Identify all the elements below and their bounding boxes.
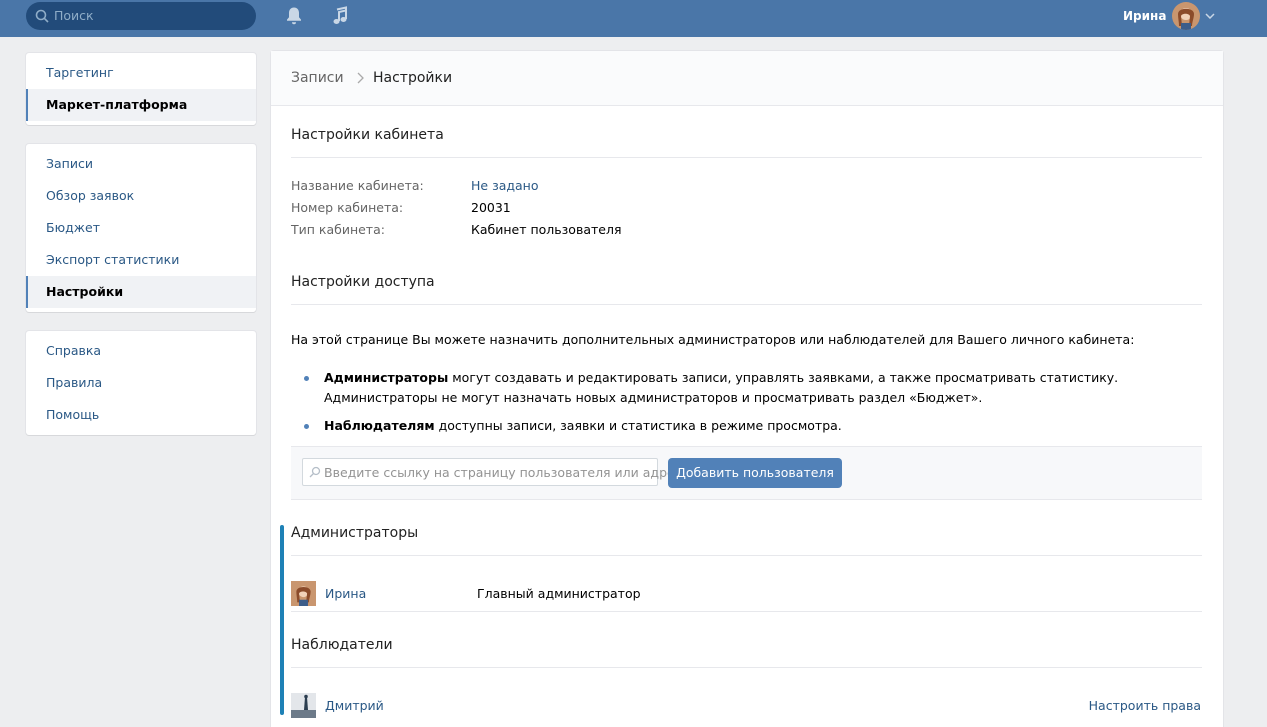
access-intro: На этой странице Вы можете назначить доп… [291, 332, 1135, 347]
admins-title: Администраторы [291, 525, 419, 541]
bullet-marker [304, 376, 309, 381]
add-user-box: Введите ссылку на страницу пользователя … [291, 446, 1202, 500]
divider [291, 157, 1202, 158]
menu-group-targeting: Таргетинг Маркет-платформа [26, 53, 256, 125]
configure-rights-link[interactable]: Настроить права [1089, 698, 1201, 713]
breadcrumb: Записи Настройки [271, 51, 1223, 106]
admins-description: Администраторы могут создавать и редакти… [324, 368, 1118, 408]
bell-icon[interactable] [285, 6, 303, 26]
menu-item-requests[interactable]: Обзор заявок [26, 180, 256, 212]
avatar[interactable] [291, 693, 316, 718]
cabinet-name-label: Название кабинета: [291, 178, 424, 193]
observers-description: Наблюдателям доступны записи, заявки и с… [324, 416, 842, 436]
avatar[interactable] [1172, 2, 1200, 30]
cabinet-type-value: Кабинет пользователя [471, 222, 622, 237]
cabinet-type-label: Тип кабинета: [291, 222, 385, 237]
admins-text-2: Администраторы не могут назначать новых … [324, 390, 983, 405]
section-marker [280, 525, 284, 715]
user-name[interactable]: Ирина [1123, 9, 1166, 23]
menu-item-targeting[interactable]: Таргетинг [26, 57, 256, 89]
cabinet-number-value: 20031 [471, 200, 511, 215]
admins-bold: Администраторы [324, 370, 449, 385]
search-icon [35, 9, 49, 23]
admin-role: Главный администратор [477, 586, 641, 601]
observers-bold: Наблюдателям [324, 418, 435, 433]
settings-panel: Записи Настройки Настройки кабинета Назв… [271, 51, 1223, 727]
menu-item-settings[interactable]: Настройки [26, 276, 256, 308]
breadcrumb-parent[interactable]: Записи [291, 70, 344, 86]
admins-text: могут создавать и редактировать записи, … [448, 370, 1119, 385]
user-link-input[interactable]: Введите ссылку на страницу пользователя … [302, 458, 687, 486]
menu-group-cabinet: Записи Обзор заявок Бюджет Экспорт стати… [26, 144, 256, 312]
observer-name[interactable]: Дмитрий [325, 698, 384, 713]
admin-name[interactable]: Ирина [325, 586, 366, 601]
menu-group-help: Справка Правила Помощь [26, 331, 256, 435]
search-icon [309, 466, 321, 478]
divider [291, 667, 1202, 668]
menu-item-export[interactable]: Экспорт статистики [26, 244, 256, 276]
divider [291, 555, 1202, 556]
user-link-placeholder: Введите ссылку на страницу пользователя … [324, 465, 687, 480]
search-placeholder: Поиск [54, 8, 94, 23]
breadcrumb-current: Настройки [373, 70, 453, 86]
chevron-right-icon [357, 72, 364, 84]
divider [291, 611, 1202, 612]
search-box[interactable]: Поиск [26, 2, 256, 30]
observers-title: Наблюдатели [291, 637, 393, 653]
top-bar: Поиск Ирина [0, 0, 1267, 37]
access-settings-title: Настройки доступа [291, 274, 435, 290]
menu-item-rules[interactable]: Правила [26, 367, 256, 399]
add-user-button[interactable]: Добавить пользователя [668, 458, 842, 488]
menu-item-help[interactable]: Помощь [26, 399, 256, 431]
avatar[interactable] [291, 581, 316, 606]
menu-item-reference[interactable]: Справка [26, 335, 256, 367]
observers-text: доступны записи, заявки и статистика в р… [434, 418, 842, 433]
cabinet-number-label: Номер кабинета: [291, 200, 404, 215]
menu-item-market-platform[interactable]: Маркет-платформа [26, 89, 256, 121]
cabinet-settings-title: Настройки кабинета [291, 127, 444, 143]
menu-item-posts[interactable]: Записи [26, 148, 256, 180]
divider [291, 304, 1202, 305]
menu-item-budget[interactable]: Бюджет [26, 212, 256, 244]
chevron-down-icon[interactable] [1205, 13, 1215, 19]
cabinet-name-value[interactable]: Не задано [471, 178, 539, 193]
bullet-marker [304, 424, 309, 429]
music-icon[interactable] [331, 6, 349, 26]
